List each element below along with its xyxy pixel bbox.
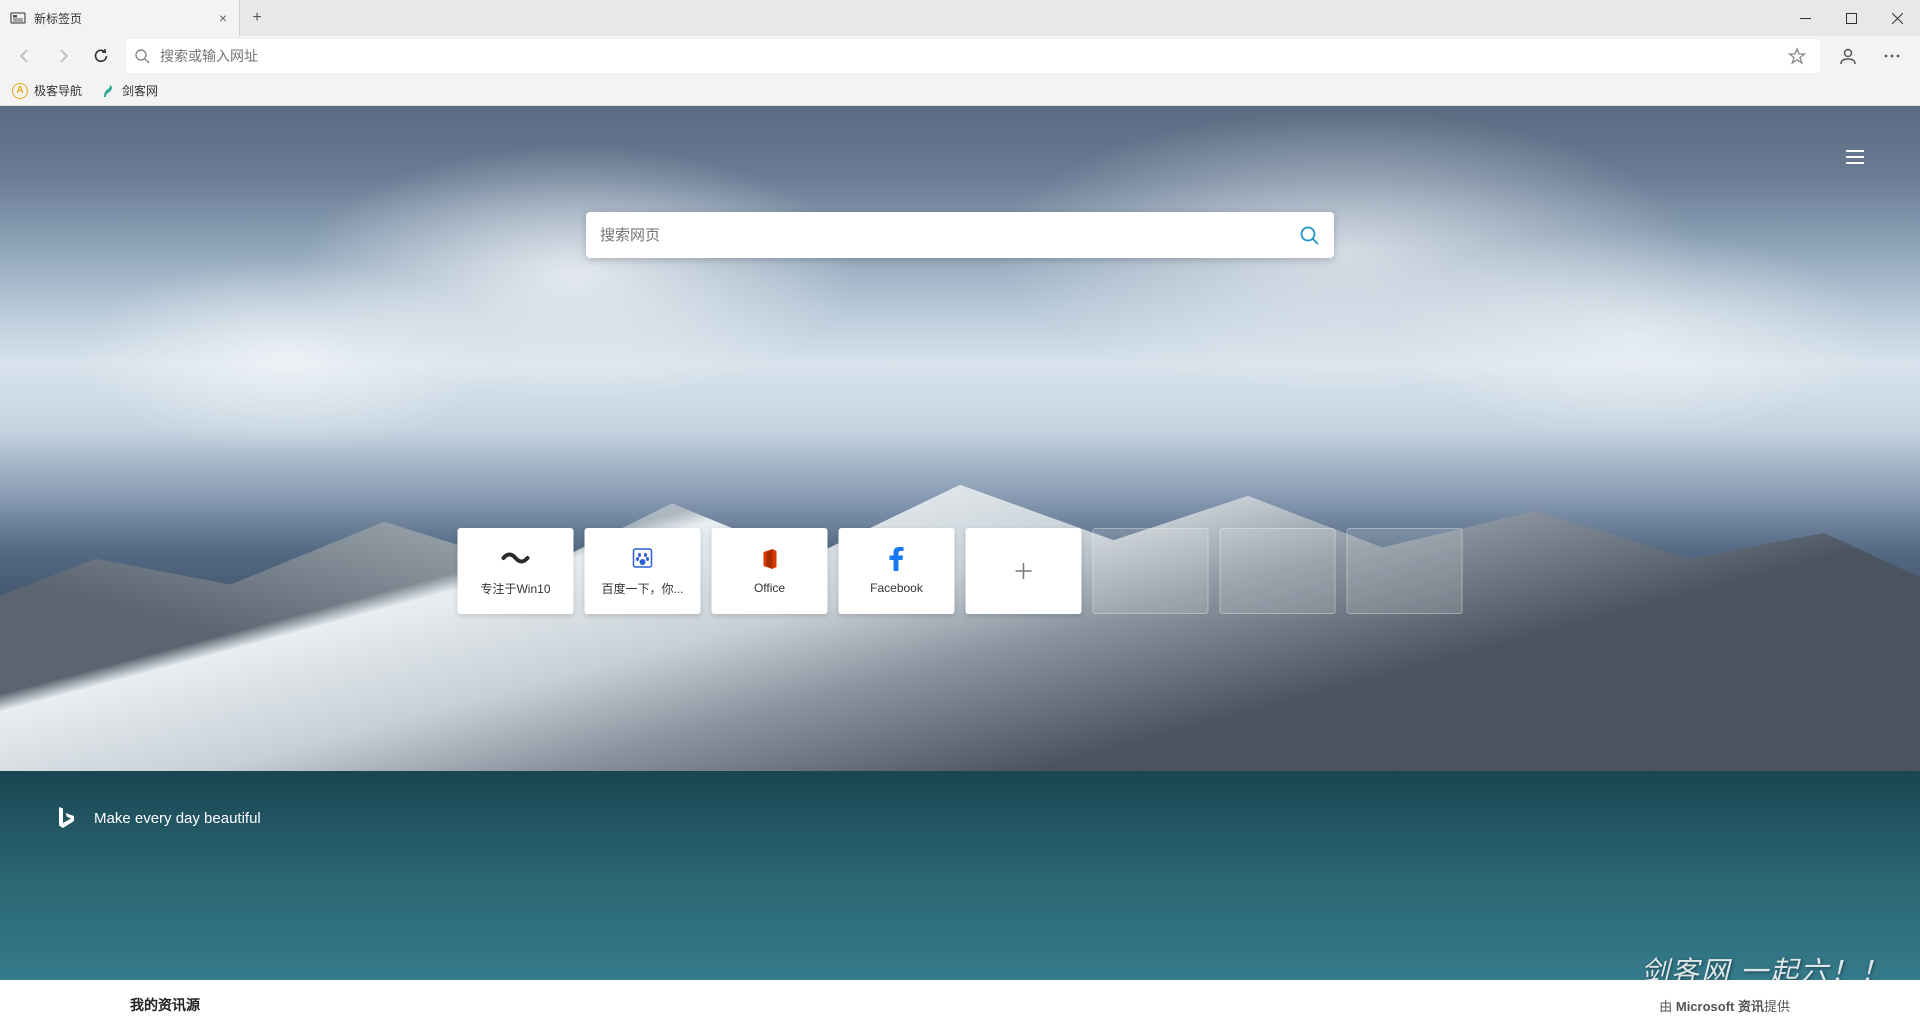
back-button[interactable] <box>8 39 42 73</box>
forward-button[interactable] <box>46 39 80 73</box>
quick-link-tile[interactable]: Facebook <box>839 528 955 614</box>
titlebar: 新标签页 × + <box>0 0 1920 36</box>
close-window-button[interactable] <box>1874 0 1920 36</box>
new-tab-button[interactable]: + <box>240 0 274 36</box>
ntp-search-button[interactable] <box>1298 224 1320 246</box>
titlebar-drag-area <box>274 0 1782 36</box>
geek-icon: A <box>12 83 28 99</box>
address-input[interactable] <box>160 48 1782 64</box>
bookmark-item[interactable]: A 极客导航 <box>12 82 82 99</box>
more-button[interactable] <box>1872 39 1912 73</box>
tab-close-button[interactable]: × <box>215 10 231 26</box>
bing-logo-icon <box>56 806 76 830</box>
window-controls <box>1782 0 1920 36</box>
tile-label: 百度一下，你... <box>601 580 683 597</box>
toolbar <box>0 36 1920 76</box>
bookmarks-bar: A 极客导航 剑客网 <box>0 76 1920 106</box>
minimize-button[interactable] <box>1782 0 1828 36</box>
facebook-icon <box>890 547 904 571</box>
feed-title: 我的资讯源 <box>130 995 200 1015</box>
quick-link-tile[interactable]: Office <box>712 528 828 614</box>
win10-icon <box>502 546 530 570</box>
bing-tagline-text: Make every day beautiful <box>94 810 261 827</box>
tab-title: 新标签页 <box>34 10 215 27</box>
bookmark-item[interactable]: 剑客网 <box>100 82 158 99</box>
tile-label: Office <box>754 581 785 595</box>
bookmark-label: 剑客网 <box>122 82 158 99</box>
office-icon <box>760 547 780 571</box>
quick-link-tile[interactable]: 百度一下，你... <box>585 528 701 614</box>
add-quick-link-button[interactable] <box>966 528 1082 614</box>
tile-label: 专注于Win10 <box>480 580 550 597</box>
plus-icon <box>1014 559 1034 583</box>
search-icon <box>134 48 150 64</box>
page-settings-button[interactable] <box>1844 146 1866 168</box>
refresh-button[interactable] <box>84 39 118 73</box>
bookmark-label: 极客导航 <box>34 82 82 99</box>
tab-favicon-icon <box>10 10 26 26</box>
ntp-search-box[interactable] <box>586 212 1334 258</box>
quick-link-placeholder <box>1347 528 1463 614</box>
baidu-icon <box>632 546 654 570</box>
maximize-button[interactable] <box>1828 0 1874 36</box>
profile-button[interactable] <box>1828 39 1868 73</box>
jianke-icon <box>100 83 116 99</box>
ntp-search-input[interactable] <box>600 227 1298 244</box>
feed-provider: 由 Microsoft 资讯提供 <box>1659 996 1790 1015</box>
favorite-button[interactable] <box>1782 47 1812 65</box>
quick-link-placeholder <box>1093 528 1209 614</box>
quick-links: 专注于Win10 百度一下，你... Office Facebook <box>458 528 1463 614</box>
quick-link-placeholder <box>1220 528 1336 614</box>
news-feed-bar: 我的资讯源 由 Microsoft 资讯提供 <box>0 980 1920 1030</box>
browser-tab[interactable]: 新标签页 × <box>0 0 240 36</box>
tile-label: Facebook <box>870 581 923 595</box>
background-clouds <box>0 106 1920 522</box>
bing-tagline: Make every day beautiful <box>56 806 261 830</box>
address-bar[interactable] <box>126 39 1820 73</box>
quick-link-tile[interactable]: 专注于Win10 <box>458 528 574 614</box>
new-tab-page: 专注于Win10 百度一下，你... Office Facebook <box>0 106 1920 1030</box>
